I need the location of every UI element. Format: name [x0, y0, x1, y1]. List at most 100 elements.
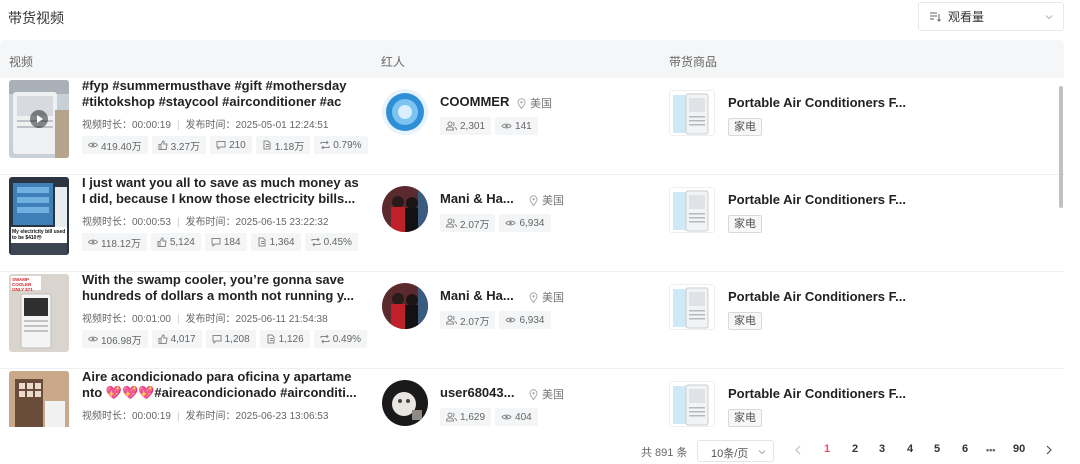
video-thumbnail[interactable] [9, 371, 69, 427]
comments-stat: 210 [210, 136, 252, 154]
video-meta: 视频时长：00:01:00 | 发布时间：2025-06-11 21:54:38 [82, 314, 328, 325]
creator-stats: 1,629 404 [440, 408, 538, 426]
creator-views-stat: 404 [495, 408, 538, 426]
users-icon [446, 218, 457, 228]
air-cooler-photo [9, 371, 69, 427]
table-row[interactable]: Aire acondicionado para oficina y aparta… [0, 369, 1064, 427]
creator-location: 美国 [529, 289, 564, 305]
page-button-3[interactable]: 3 [879, 443, 885, 455]
page-ellipsis[interactable]: ••• [986, 445, 995, 455]
shares-stat: 1,364 [250, 233, 301, 251]
page-button-5[interactable]: 5 [934, 443, 940, 455]
engagement-stat: 0.79% [314, 136, 368, 154]
engagement-stat: 0.49% [313, 330, 368, 348]
eye-icon [88, 336, 98, 342]
product-image[interactable] [669, 187, 715, 233]
creator-photo [382, 283, 428, 329]
eye-icon [88, 239, 98, 245]
creator-photo [382, 380, 428, 426]
thumbs-up-icon [157, 237, 167, 247]
product-category-tag: 家电 [728, 312, 762, 330]
video-stats: 118.12万 5,124 184 1,364 0.45% [82, 233, 358, 251]
product-title[interactable]: Portable Air Conditioners F... [728, 95, 906, 110]
next-page-icon[interactable] [1045, 445, 1053, 455]
chevron-down-icon [758, 450, 766, 455]
eye-icon [88, 142, 98, 148]
thumbs-up-icon [158, 140, 168, 150]
creator-avatar[interactable] [382, 380, 428, 426]
table-header: 视频 红人 带货商品 [0, 40, 1064, 78]
engagement-stat: 0.45% [304, 233, 358, 251]
video-stats: 419.40万 3.27万 210 1.18万 0.79% [82, 136, 368, 154]
users-icon [446, 412, 457, 422]
video-thumbnail[interactable]: SWAMP COOLER ONLY $71 [9, 274, 69, 352]
video-thumbnail[interactable] [9, 80, 69, 158]
users-icon [446, 315, 457, 325]
eye-icon [501, 123, 512, 129]
location-pin-icon [517, 97, 526, 109]
creator-name[interactable]: Mani & Ha... [440, 191, 514, 206]
video-title[interactable]: Aire acondicionado para oficina y aparta… [82, 369, 362, 401]
product-image[interactable] [669, 90, 715, 136]
table-row[interactable]: #fyp #summermusthave #gift #mothersday #… [0, 78, 1064, 175]
likes-stat: 3.27万 [151, 136, 207, 154]
page-size-select[interactable]: 10条/页 [697, 440, 774, 462]
product-image[interactable] [669, 381, 715, 427]
creator-stats: 2.07万 6,934 [440, 311, 551, 329]
column-header-product: 带货商品 [669, 55, 718, 69]
creator-photo [382, 186, 428, 232]
creator-avatar[interactable] [382, 283, 428, 329]
creator-stats: 2.07万 6,934 [440, 214, 551, 232]
thumbs-up-icon [158, 334, 168, 344]
table-row[interactable]: My electricity bill used to be $410😳 I j… [0, 175, 1064, 272]
comments-stat: 1,208 [205, 330, 256, 348]
page-button-1[interactable]: 1 [824, 443, 830, 455]
table-body: #fyp #summermusthave #gift #mothersday #… [0, 78, 1064, 427]
video-thumbnail[interactable]: My electricity bill used to be $410😳 [9, 177, 69, 255]
page-title: 带货视频 [8, 10, 64, 26]
sort-select[interactable]: 观看量 [918, 2, 1064, 31]
page-button-6[interactable]: 6 [962, 443, 968, 455]
creator-avatar[interactable] [382, 186, 428, 232]
prev-page-icon[interactable] [794, 445, 802, 455]
shares-stat: 1.18万 [255, 136, 311, 154]
table-row[interactable]: SWAMP COOLER ONLY $71 With the swamp coo… [0, 272, 1064, 369]
views-stat: 118.12万 [82, 233, 147, 251]
sort-select-value: 观看量 [948, 10, 985, 24]
video-meta: 视频时长：00:00:19 | 发布时间：2025-06-23 13:06:53 [82, 411, 329, 422]
air-conditioner-product-photo [670, 188, 714, 232]
likes-stat: 5,124 [150, 233, 201, 251]
repost-icon [320, 334, 330, 344]
share-icon [267, 334, 275, 344]
creator-name[interactable]: COOMMER [440, 94, 509, 109]
page-button-2[interactable]: 2 [852, 443, 858, 455]
eye-icon [505, 220, 517, 226]
product-image[interactable] [669, 284, 715, 330]
table-scrollbar[interactable] [1059, 86, 1063, 208]
followers-stat: 2,301 [440, 117, 492, 135]
creator-logo [382, 89, 428, 135]
video-title[interactable]: #fyp #summermusthave #gift #mothersday #… [82, 78, 362, 110]
location-pin-icon [529, 194, 538, 206]
video-title[interactable]: With the swamp cooler, you’re gonna save… [82, 272, 362, 304]
column-header-creator: 红人 [381, 55, 406, 69]
creator-name[interactable]: user68043... [440, 385, 514, 400]
creator-avatar[interactable] [382, 89, 428, 135]
top-bar: 带货视频 观看量 [0, 0, 1080, 40]
creator-name[interactable]: Mani & Ha... [440, 288, 514, 303]
thumbnail-caption: SWAMP COOLER ONLY $71 [12, 277, 33, 292]
comments-stat: 184 [204, 233, 247, 251]
air-cooler-photo [9, 177, 69, 255]
share-icon [258, 237, 266, 247]
play-icon [30, 110, 48, 128]
page-button-4[interactable]: 4 [907, 443, 913, 455]
sort-lines-icon [930, 12, 941, 22]
product-title[interactable]: Portable Air Conditioners F... [728, 192, 906, 207]
page-button-90[interactable]: 90 [1013, 443, 1025, 455]
product-title[interactable]: Portable Air Conditioners F... [728, 386, 906, 401]
video-title[interactable]: I just want you all to save as much mone… [82, 175, 362, 207]
product-title[interactable]: Portable Air Conditioners F... [728, 289, 906, 304]
thumbnail-caption: My electricity bill used to be $410😳 [12, 229, 66, 241]
shares-stat: 1,126 [259, 330, 310, 348]
air-conditioner-product-photo [670, 285, 714, 329]
